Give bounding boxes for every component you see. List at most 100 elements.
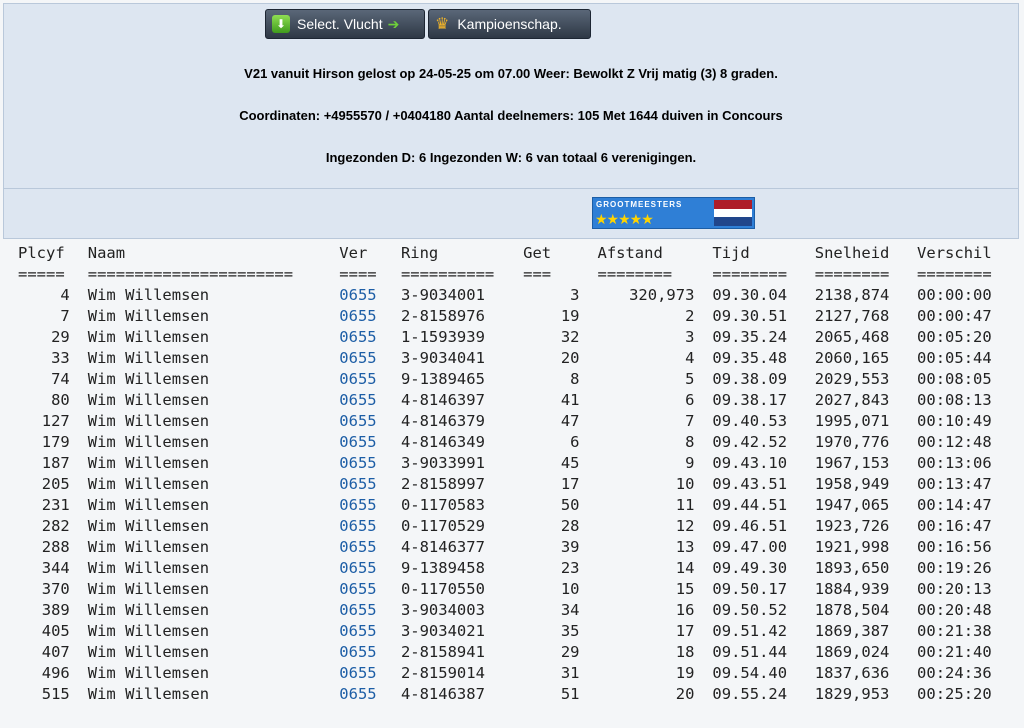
- entered-cell: 47: [560, 412, 580, 430]
- speed-cell: 1869,024: [814, 643, 890, 661]
- club-link[interactable]: 0655: [339, 390, 401, 411]
- col-snelheid: Snelheid: [814, 244, 890, 262]
- time-cell: 09.46.51: [712, 517, 788, 535]
- place-cell: 282: [41, 517, 70, 535]
- download-icon: ⬇: [272, 15, 290, 33]
- distance-cell: 5: [685, 370, 695, 388]
- table-row: 231 Wim Willemsen 0655 0-1170583 50 11 09.44.5…: [0, 495, 1024, 516]
- distance-cell: 12: [675, 517, 695, 535]
- name-cell: Wim Willemsen: [87, 412, 210, 430]
- distance-cell: 20: [675, 685, 695, 703]
- entered-cell: 45: [560, 454, 580, 472]
- table-row: 179 Wim Willemsen 0655 4-8146349 6 8 09.42.52 1…: [0, 432, 1024, 453]
- speed-cell: 1958,949: [814, 475, 890, 493]
- diff-cell: 00:12:48: [917, 433, 992, 451]
- dutch-flag-icon: [714, 200, 752, 226]
- distance-cell: 2: [685, 307, 695, 325]
- crown-icon: ♛: [435, 16, 450, 33]
- club-link[interactable]: 0655: [339, 369, 401, 390]
- table-row: 515 Wim Willemsen 0655 4-8146387 51 20 09.55.2…: [0, 684, 1024, 705]
- club-link[interactable]: 0655: [339, 642, 401, 663]
- championship-button[interactable]: ♛ Kampioenschap.: [428, 9, 591, 39]
- ring-cell: 9-1389465: [400, 370, 485, 388]
- table-row: 288 Wim Willemsen 0655 4-8146377 39 13 09.47.0…: [0, 537, 1024, 558]
- club-link[interactable]: 0655: [339, 432, 401, 453]
- club-link[interactable]: 0655: [339, 348, 401, 369]
- club-link[interactable]: 0655: [339, 684, 401, 705]
- col-afstand: Afstand: [597, 244, 663, 262]
- place-cell: 29: [51, 328, 70, 346]
- club-link[interactable]: 0655: [339, 411, 401, 432]
- name-cell: Wim Willemsen: [87, 580, 210, 598]
- club-link[interactable]: 0655: [339, 663, 401, 684]
- club-link[interactable]: 0655: [339, 495, 401, 516]
- club-link[interactable]: 0655: [339, 516, 401, 537]
- time-cell: 09.47.00: [712, 538, 788, 556]
- speed-cell: 2029,553: [814, 370, 890, 388]
- select-flight-label: Select. Vlucht: [297, 16, 383, 32]
- separator: ==========: [400, 265, 495, 283]
- speed-cell: 1837,636: [814, 664, 890, 682]
- distance-cell: 16: [675, 601, 695, 619]
- time-cell: 09.42.52: [712, 433, 788, 451]
- name-cell: Wim Willemsen: [87, 622, 210, 640]
- speed-cell: 1869,387: [814, 622, 890, 640]
- separator: ======================: [87, 265, 294, 283]
- ring-cell: 3-9034041: [400, 349, 485, 367]
- select-flight-button[interactable]: ⬇ Select. Vlucht ➔: [265, 9, 425, 39]
- name-cell: Wim Willemsen: [87, 307, 210, 325]
- table-row: 187 Wim Willemsen 0655 3-9033991 45 9 09.43.10…: [0, 453, 1024, 474]
- club-link[interactable]: 0655: [339, 579, 401, 600]
- speed-cell: 1893,650: [814, 559, 890, 577]
- ring-cell: 1-1593939: [400, 328, 485, 346]
- separator: ========: [597, 265, 673, 283]
- diff-cell: 00:25:20: [917, 685, 992, 703]
- diff-cell: 00:16:56: [917, 538, 992, 556]
- speed-cell: 1878,504: [814, 601, 890, 619]
- speed-cell: 1947,065: [814, 496, 890, 514]
- ring-cell: 4-8146387: [400, 685, 485, 703]
- place-cell: 187: [41, 454, 70, 472]
- club-link[interactable]: 0655: [339, 285, 401, 306]
- diff-cell: 00:14:47: [917, 496, 992, 514]
- club-link[interactable]: 0655: [339, 327, 401, 348]
- ring-cell: 0-1170529: [400, 517, 485, 535]
- club-link[interactable]: 0655: [339, 600, 401, 621]
- club-link[interactable]: 0655: [339, 558, 401, 579]
- name-cell: Wim Willemsen: [87, 370, 210, 388]
- time-cell: 09.54.40: [712, 664, 788, 682]
- ring-cell: 3-9034021: [400, 622, 485, 640]
- separator: ===: [523, 265, 552, 283]
- name-cell: Wim Willemsen: [87, 559, 210, 577]
- club-link[interactable]: 0655: [339, 306, 401, 327]
- distance-cell: 10: [675, 475, 695, 493]
- club-link[interactable]: 0655: [339, 453, 401, 474]
- place-cell: 7: [60, 307, 70, 325]
- club-link[interactable]: 0655: [339, 621, 401, 642]
- ring-cell: 2-8158941: [400, 643, 485, 661]
- club-link[interactable]: 0655: [339, 474, 401, 495]
- place-cell: 405: [41, 622, 70, 640]
- speed-cell: 2065,468: [814, 328, 890, 346]
- distance-cell: 8: [685, 433, 695, 451]
- speed-cell: 2138,874: [814, 286, 890, 304]
- table-row: 4 Wim Willemsen 0655 3-9034001 3 320,973 09.30…: [0, 285, 1024, 306]
- diff-cell: 00:05:20: [917, 328, 992, 346]
- ring-cell: 2-8159014: [400, 664, 485, 682]
- col-ver: Ver: [339, 244, 368, 262]
- club-link[interactable]: 0655: [339, 537, 401, 558]
- diff-cell: 00:13:06: [917, 454, 992, 472]
- speed-cell: 1884,939: [814, 580, 890, 598]
- place-cell: 370: [41, 580, 70, 598]
- ring-cell: 0-1170583: [400, 496, 485, 514]
- speed-cell: 1995,071: [814, 412, 890, 430]
- place-cell: 74: [51, 370, 70, 388]
- place-cell: 33: [51, 349, 70, 367]
- table-row: 29 Wim Willemsen 0655 1-1593939 32 3 09.35.24 2…: [0, 327, 1024, 348]
- col-ring: Ring: [400, 244, 439, 262]
- grootmeesters-button[interactable]: GROOTMEESTERS ★★★★★: [592, 197, 755, 229]
- time-cell: 09.35.48: [712, 349, 788, 367]
- speed-cell: 1967,153: [814, 454, 890, 472]
- entered-cell: 17: [560, 475, 580, 493]
- time-cell: 09.44.51: [712, 496, 788, 514]
